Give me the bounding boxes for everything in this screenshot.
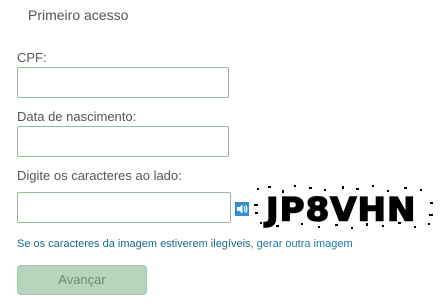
cpf-input[interactable] xyxy=(17,67,229,98)
captcha-help-prefix: Se os caracteres da imagem estiverem ile… xyxy=(17,238,254,250)
birth-date-input[interactable] xyxy=(17,126,229,157)
captcha-input[interactable] xyxy=(17,192,231,223)
captcha-text: JP8VHN xyxy=(265,190,417,229)
captcha-image: JP8VHN xyxy=(254,184,434,230)
speaker-icon[interactable] xyxy=(235,202,249,216)
first-access-form: Primeiro acesso CPF: Data de nascimento:… xyxy=(0,0,444,308)
captcha-help-text: Se os caracteres da imagem estiverem ile… xyxy=(17,238,353,250)
birth-date-label: Data de nascimento: xyxy=(17,109,137,124)
cpf-label: CPF: xyxy=(17,50,47,65)
captcha-label: Digite os caracteres ao lado: xyxy=(17,168,182,183)
next-button[interactable]: Avançar xyxy=(17,265,147,295)
page-title: Primeiro acesso xyxy=(28,7,129,23)
generate-new-image-link[interactable]: gerar outra imagem xyxy=(257,238,353,250)
